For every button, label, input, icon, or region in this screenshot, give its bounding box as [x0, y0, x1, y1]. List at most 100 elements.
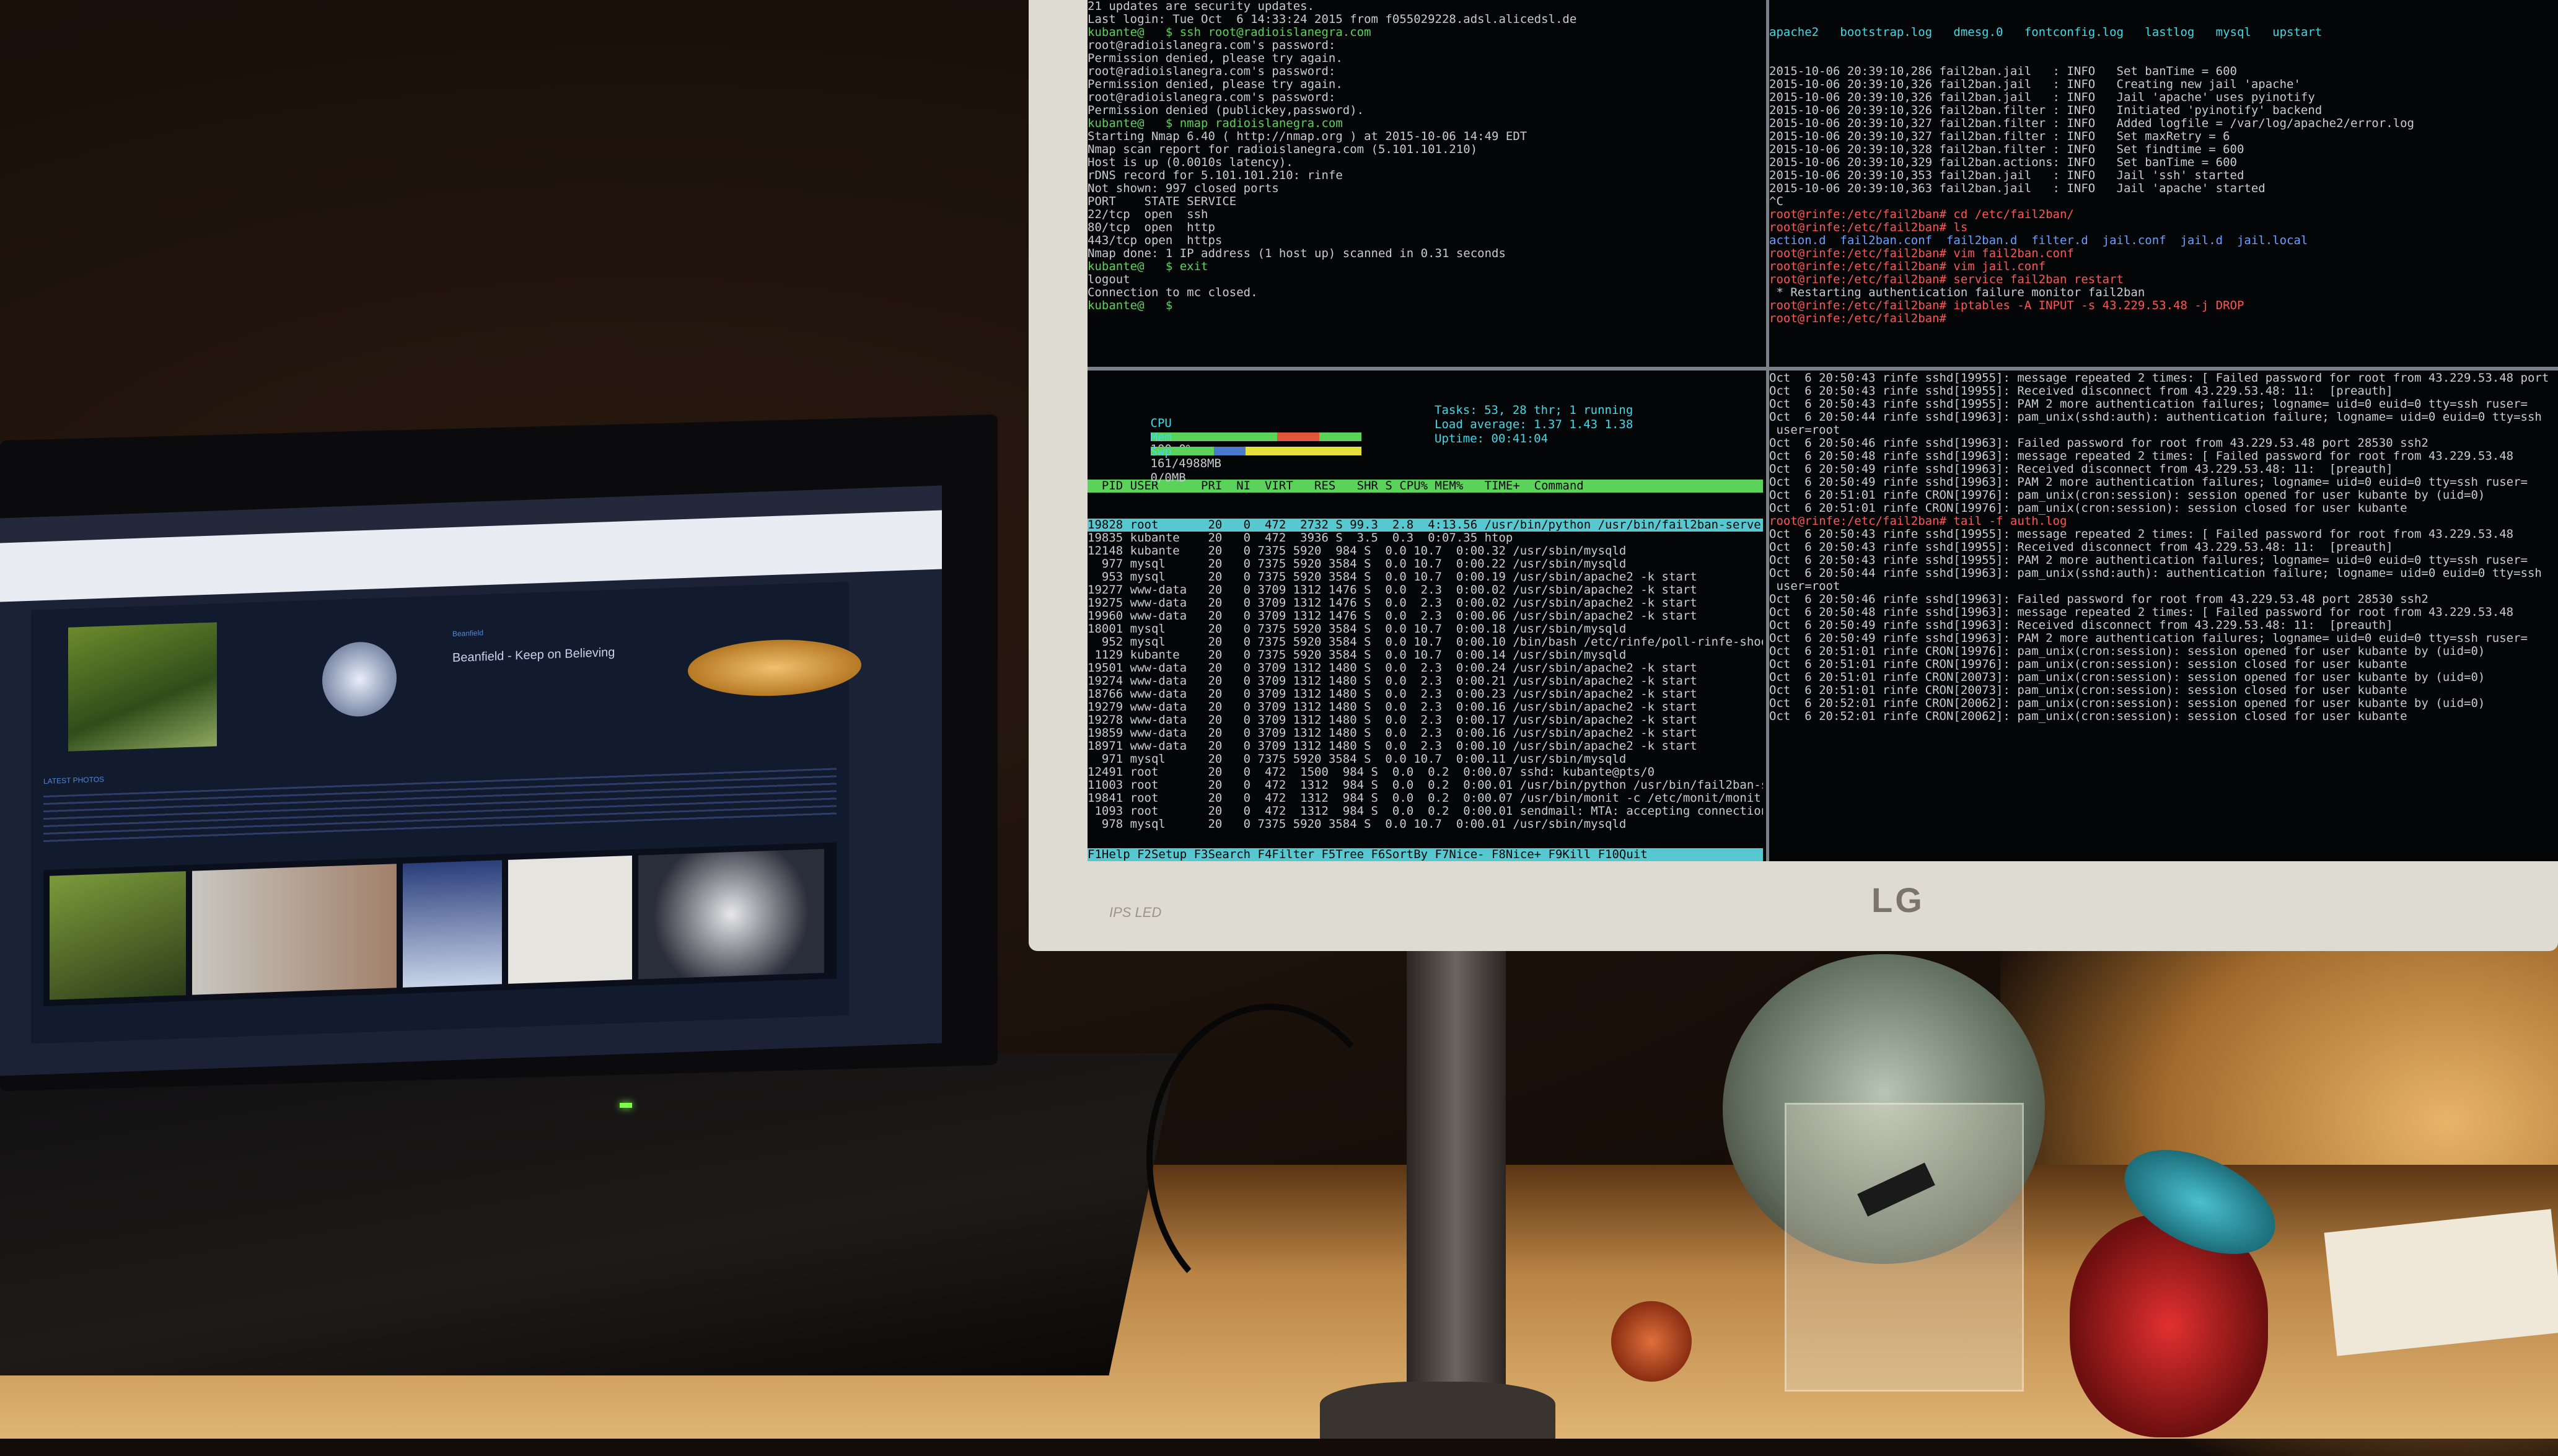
terminal-line: root@rinfe:/etc/fail2ban# tail -f auth.l…: [1769, 514, 2067, 528]
terminal-line: Oct 6 20:50:43 rinfe sshd[19955]: messag…: [1769, 527, 2514, 541]
terminal-line: 2015-10-06 20:39:10,286 fail2ban.jail : …: [1769, 64, 2237, 78]
terminal-line: 12148 kubante 20 0 7375 5920 984 S 0.0 1…: [1088, 544, 1627, 558]
terminal-line: Oct 6 20:51:01 rinfe CRON[19976]: pam_un…: [1769, 488, 2485, 502]
terminal-line: rDNS record for 5.101.101.210: rinfe: [1088, 169, 1343, 182]
web-page: Beanfield Beanfield - Keep on Believing …: [31, 581, 861, 1044]
terminal-line: 2015-10-06 20:39:10,326 fail2ban.jail : …: [1769, 77, 2301, 91]
terminal-pane-fail2ban[interactable]: apache2 bootstrap.log dmesg.0 fontconfig…: [1769, 0, 2558, 366]
photo-thumbnail[interactable]: [403, 860, 502, 988]
terminal-line: root@rinfe:/etc/fail2ban#: [1769, 312, 1954, 325]
htop-function-key-bar[interactable]: F1Help F2Setup F3Search F4Filter F5Tree …: [1088, 848, 1763, 861]
terminal-line: Oct 6 20:51:01 rinfe CRON[19976]: pam_un…: [1769, 657, 2407, 671]
red-ornament: [1611, 1301, 1692, 1382]
terminal-line: 971 mysql 20 0 7375 5920 3584 S 0.0 10.7…: [1088, 752, 1627, 766]
terminal-line: Oct 6 20:50:46 rinfe sshd[19963]: Failed…: [1769, 592, 2428, 606]
terminal-line: Oct 6 20:50:44 rinfe sshd[19963]: pam_un…: [1769, 566, 2542, 580]
terminal-line: ^C: [1769, 195, 1783, 208]
photo-thumbnail[interactable]: [638, 849, 824, 980]
terminal-line: Oct 6 20:50:43 rinfe sshd[19955]: Receiv…: [1769, 384, 2393, 398]
site-header-image: [68, 622, 217, 752]
photo-strip: [43, 842, 837, 1007]
terminal-line: root@radioislanegra.com's password:: [1088, 38, 1336, 52]
terminal-line: 19279 www-data 20 0 3709 1312 1480 S 0.0…: [1088, 700, 1697, 714]
htop-meters: CPU 100.0% Mem 161/4988MB Swp 0/0MB Task…: [1088, 398, 1763, 485]
paper-sheet: [2324, 1209, 2558, 1356]
terminal-pane-ssh-nmap[interactable]: 21 updates are security updates. Last log…: [1088, 0, 1763, 366]
lg-logo: LG: [1871, 880, 1925, 919]
terminal-line: root@rinfe:/etc/fail2ban# cd /etc/fail2b…: [1769, 208, 2074, 221]
terminal-line: Permission denied, please try again.: [1088, 51, 1343, 65]
monitor-stand-base: [1320, 1382, 1555, 1439]
photo-thumbnail[interactable]: [508, 855, 632, 984]
terminal-line: root@rinfe:/etc/fail2ban# vim jail.conf: [1769, 260, 2046, 273]
monitor-screen: 21 updates are security updates. Last log…: [1088, 0, 2558, 861]
terminal-line: Permission denied, please try again.: [1088, 77, 1343, 91]
terminal-line: 2015-10-06 20:39:10,329 fail2ban.actions…: [1769, 156, 2237, 169]
terminal-line: kubante@ $ nmap radioislanegra.com: [1088, 116, 1343, 130]
swap-meter-bar: [1151, 461, 1361, 470]
page-body-text: [43, 768, 837, 846]
terminal-line: action.d fail2ban.conf fail2ban.d filter…: [1769, 234, 2308, 247]
terminal-line: root@rinfe:/etc/fail2ban# service fail2b…: [1769, 273, 2124, 286]
terminal-line: Oct 6 20:50:43 rinfe sshd[19955]: PAM 2 …: [1769, 553, 2528, 567]
terminal-line: 12491 root 20 0 472 1500 984 S 0.0 0.2 0…: [1088, 765, 1655, 779]
terminal-line: 18001 mysql 20 0 7375 5920 3584 S 0.0 10…: [1088, 622, 1627, 636]
terminal-line: root@rinfe:/etc/fail2ban# ls: [1769, 221, 1968, 234]
laptop-keyboard-base: [0, 1053, 1178, 1375]
terminal-line: Nmap done: 1 IP address (1 host up) scan…: [1088, 247, 1506, 260]
terminal-line: 978 mysql 20 0 7375 5920 3584 S 0.0 10.7…: [1088, 817, 1627, 831]
terminal-line: root@rinfe:/etc/fail2ban# iptables -A IN…: [1769, 299, 2244, 312]
terminal-line: PORT STATE SERVICE: [1088, 195, 1237, 208]
photo-thumbnail[interactable]: [192, 864, 397, 995]
terminal-line: 19275 www-data 20 0 3709 1312 1476 S 0.0…: [1088, 596, 1697, 610]
terminal-line: 80/tcp open http: [1088, 221, 1215, 234]
terminal-line: kubante@ $ exit: [1088, 260, 1208, 273]
terminal-line: 19960 www-data 20 0 3709 1312 1476 S 0.0…: [1088, 609, 1697, 623]
terminal-line: root@rinfe:/etc/fail2ban# vim fail2ban.c…: [1769, 247, 2074, 260]
terminal-line: Oct 6 20:50:48 rinfe sshd[19963]: messag…: [1769, 605, 2514, 619]
terminal-line: 1093 root 20 0 472 1312 984 S 0.0 0.2 0:…: [1088, 804, 1763, 818]
terminal-line: Oct 6 20:50:49 rinfe sshd[19963]: Receiv…: [1769, 462, 2393, 476]
terminal-line: 2015-10-06 20:39:10,328 fail2ban.filter …: [1769, 143, 2244, 156]
photo-thumbnail[interactable]: [50, 871, 186, 1000]
terminal-line: Oct 6 20:52:01 rinfe CRON[20062]: pam_un…: [1769, 709, 2407, 723]
htop-pane[interactable]: CPU 100.0% Mem 161/4988MB Swp 0/0MB Task…: [1088, 372, 1763, 861]
terminal-line: Oct 6 20:50:43 rinfe sshd[19955]: PAM 2 …: [1769, 397, 2528, 411]
lamp-image: [688, 636, 861, 699]
terminal-line: 21 updates are security updates.: [1088, 0, 1315, 13]
terminal-line: Oct 6 20:50:43 rinfe sshd[19955]: Receiv…: [1769, 540, 2393, 554]
laptop-screen: Beanfield Beanfield - Keep on Believing …: [0, 485, 942, 1076]
site-title[interactable]: Beanfield - Keep on Believing: [452, 646, 615, 665]
terminal-line: kubante@ $: [1088, 299, 1173, 312]
terminal-line: user=root: [1769, 579, 1840, 593]
terminal-line: 2015-10-06 20:39:10,326 fail2ban.jail : …: [1769, 90, 2315, 104]
terminal-line: Nmap scan report for radioislanegra.com …: [1088, 143, 1478, 156]
terminal-line: 953 mysql 20 0 7375 5920 3584 S 0.0 10.7…: [1088, 570, 1697, 584]
terminal-line: logout: [1088, 273, 1130, 286]
terminal-line: 443/tcp open https: [1088, 234, 1223, 247]
terminal-line: 19828 root 20 0 472 2732 S 99.3 2.8 4:13…: [1088, 519, 1763, 532]
terminal-line: * Restarting authentication failure moni…: [1769, 286, 2145, 299]
terminal-line: Oct 6 20:50:48 rinfe sshd[19963]: messag…: [1769, 449, 2514, 463]
terminal-line: root@radioislanegra.com's password:: [1088, 64, 1336, 78]
terminal-line: 2015-10-06 20:39:10,363 fail2ban.jail : …: [1769, 182, 2266, 195]
terminal-pane-auth-log[interactable]: Oct 6 20:50:43 rinfe sshd[19955]: messag…: [1769, 372, 2558, 861]
terminal-line: Permission denied (publickey,password).: [1088, 103, 1365, 117]
terminal-line: Oct 6 20:52:01 rinfe CRON[20062]: pam_un…: [1769, 696, 2485, 710]
swap-meter-value: 0/0MB: [1150, 471, 1186, 485]
terminal-line: Oct 6 20:50:49 rinfe sshd[19963]: PAM 2 …: [1769, 631, 2528, 645]
terminal-line: 2015-10-06 20:39:10,326 fail2ban.filter …: [1769, 103, 2323, 117]
terminal-line: Oct 6 20:50:49 rinfe sshd[19963]: Receiv…: [1769, 618, 2393, 632]
terminal-line: Host is up (0.0010s latency).: [1088, 156, 1293, 169]
terminal-line: 19274 www-data 20 0 3709 1312 1480 S 0.0…: [1088, 674, 1697, 688]
htop-tasks: Tasks: 53, 28 thr; 1 running: [1435, 403, 1633, 417]
terminal-line: Starting Nmap 6.40 ( http://nmap.org ) a…: [1088, 129, 1527, 143]
terminal-line: Oct 6 20:50:46 rinfe sshd[19963]: Failed…: [1769, 436, 2428, 450]
terminal-line: Oct 6 20:51:01 rinfe CRON[19976]: pam_un…: [1769, 644, 2485, 658]
htop-uptime: Uptime: 00:41:04: [1435, 432, 1549, 445]
terminal-line: kubante@ $ ssh root@radioislanegra.com: [1088, 25, 1371, 39]
terminal-line: user=root: [1769, 423, 1840, 437]
moon-image: [322, 641, 397, 718]
terminal-line: Not shown: 997 closed ports: [1088, 182, 1279, 195]
section-label: LATEST PHOTOS: [43, 774, 105, 786]
